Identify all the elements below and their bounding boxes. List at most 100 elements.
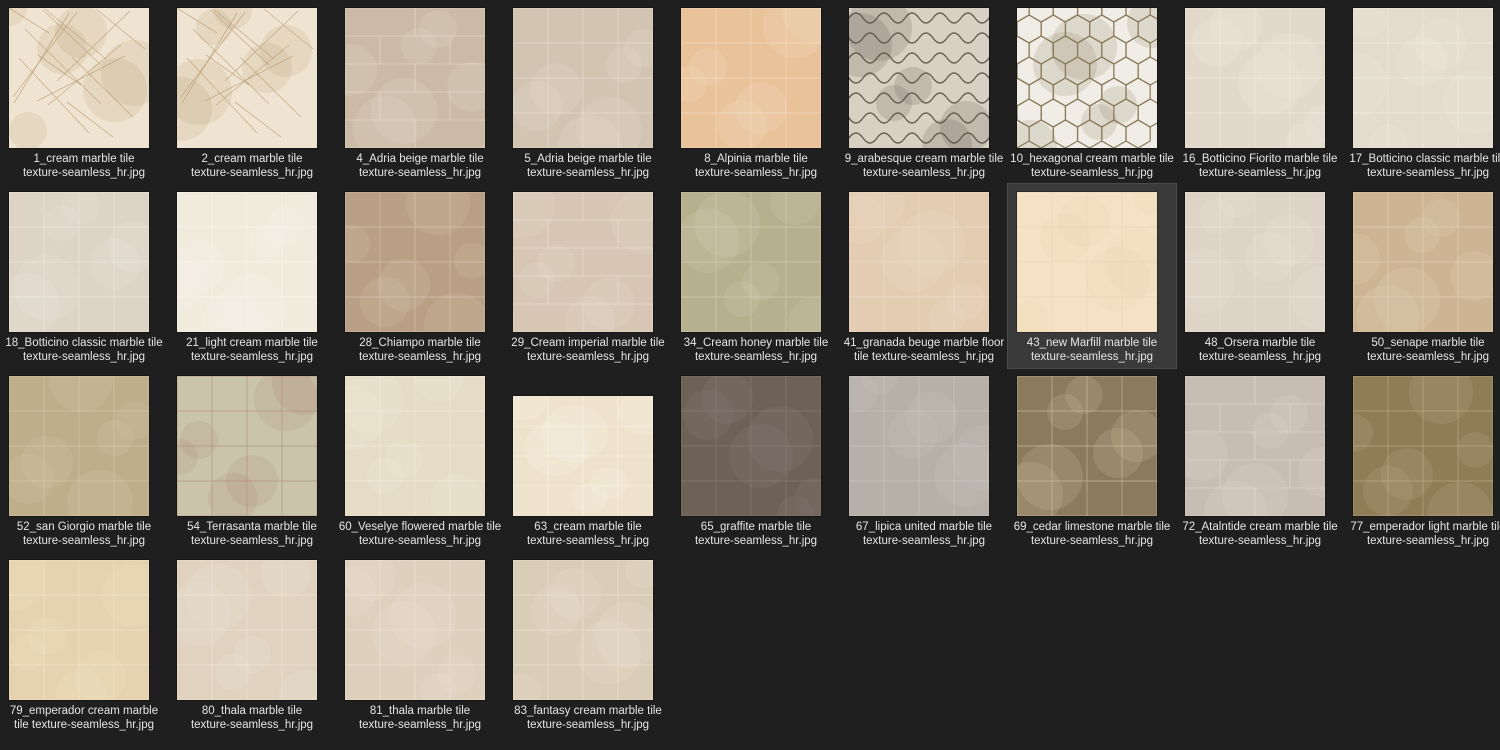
file-thumbnail[interactable] (1353, 192, 1493, 332)
file-item[interactable]: 29_Cream imperial marble tile texture-sea… (504, 184, 672, 368)
file-thumbnail[interactable] (1017, 192, 1157, 332)
file-thumbnail[interactable] (513, 8, 653, 148)
file-item[interactable]: 21_light cream marble tile texture-seamle… (168, 184, 336, 368)
file-thumbnail[interactable] (513, 192, 653, 332)
file-thumbnail[interactable] (345, 8, 485, 148)
file-name-line-2: texture-seamless_hr.jpg (694, 351, 818, 363)
file-thumbnail[interactable] (849, 192, 989, 332)
file-item[interactable]: 17_Botticino classic marble tile texture-… (1344, 0, 1500, 184)
file-name-line-2: texture-seamless_hr.jpg (862, 167, 986, 179)
file-name-line-1: 80_thala marble tile (201, 705, 303, 717)
file-thumbnail[interactable] (513, 560, 653, 700)
file-thumbnail[interactable] (177, 8, 317, 148)
file-item[interactable]: 16_Botticino Fiorito marble tile texture-… (1176, 0, 1344, 184)
file-item[interactable]: 54_Terrasanta marble tile texture-seamles… (168, 368, 336, 552)
file-name-label: 10_hexagonal cream marble tile texture-se… (1008, 152, 1176, 180)
file-item[interactable]: 67_lipica united marble tile texture-seam… (840, 368, 1008, 552)
marble-texture-image (177, 560, 317, 700)
file-name-line-1: 17_Botticino classic marble tile (1349, 153, 1500, 165)
file-item[interactable]: 69_cedar limestone marble tile texture-se… (1008, 368, 1176, 552)
file-item[interactable]: 5_Adria beige marble tile texture-seamles… (504, 0, 672, 184)
file-name-line-1: 43_new Marfill marble tile (1026, 337, 1158, 349)
file-name-label: 52_san Giorgio marble tile texture-seamle… (0, 520, 168, 548)
file-thumbnail[interactable] (345, 376, 485, 516)
file-name-label: 4_Adria beige marble tile texture-seamles… (336, 152, 504, 180)
file-thumbnail[interactable] (1185, 376, 1325, 516)
file-thumbnail[interactable] (681, 192, 821, 332)
file-thumbnail[interactable] (9, 192, 149, 332)
marble-texture-image (9, 192, 149, 332)
file-thumbnail[interactable] (1017, 376, 1157, 516)
file-name-line-1: 34_Cream honey marble tile (683, 337, 829, 349)
marble-texture-image (1185, 376, 1325, 516)
file-name-line-2: texture-seamless_hr.jpg (190, 535, 314, 547)
file-name-label: 80_thala marble tile texture-seamless_hr.… (168, 704, 336, 732)
file-thumbnail[interactable] (9, 376, 149, 516)
file-name-line-2: texture-seamless_hr.jpg (358, 719, 482, 731)
file-item[interactable]: 34_Cream honey marble tile texture-seamle… (672, 184, 840, 368)
marble-texture-image (849, 192, 989, 332)
marble-texture-image (513, 396, 653, 516)
file-thumbnail[interactable] (177, 560, 317, 700)
file-name-label: 16_Botticino Fiorito marble tile texture-… (1176, 152, 1344, 180)
file-item[interactable]: 4_Adria beige marble tile texture-seamles… (336, 0, 504, 184)
file-item[interactable]: 48_Orsera marble tile texture-seamless_hr… (1176, 184, 1344, 368)
file-item[interactable]: 83_fantasy cream marble tile texture-seam… (504, 552, 672, 736)
file-thumbnail[interactable] (345, 192, 485, 332)
file-thumbnail[interactable] (1017, 8, 1157, 148)
file-name-line-2: texture-seamless_hr.jpg (862, 535, 986, 547)
file-name-line-2: texture-seamless_hr.jpg (1366, 167, 1490, 179)
file-name-label: 2_cream marble tile texture-seamless_hr.j… (168, 152, 336, 180)
file-item[interactable]: 52_san Giorgio marble tile texture-seamle… (0, 368, 168, 552)
file-name-line-1: 69_cedar limestone marble tile (1013, 521, 1171, 533)
file-item[interactable]: 72_Atalntide cream marble tile texture-se… (1176, 368, 1344, 552)
file-item[interactable]: 81_thala marble tile texture-seamless_hr.… (336, 552, 504, 736)
file-name-label: 79_emperador cream marble tile texture-se… (0, 704, 168, 732)
file-item[interactable]: 65_graffite marble tile texture-seamless_… (672, 368, 840, 552)
file-thumbnail[interactable] (9, 560, 149, 700)
file-item[interactable]: 43_new Marfill marble tile texture-seamle… (1007, 183, 1177, 369)
file-item[interactable]: 9_arabesque cream marble tile texture-sea… (840, 0, 1008, 184)
marble-texture-image (1017, 376, 1157, 516)
file-thumbnail[interactable] (681, 376, 821, 516)
marble-texture-image (681, 192, 821, 332)
file-item[interactable]: 8_Alpinia marble tile texture-seamless_hr… (672, 0, 840, 184)
file-thumbnail[interactable] (177, 376, 317, 516)
file-name-line-2: tile texture-seamless_hr.jpg (14, 719, 154, 731)
file-thumbnail[interactable] (681, 8, 821, 148)
file-name-label: 60_Veselye flowered marble tile texture-s… (336, 520, 504, 548)
file-item[interactable]: 60_Veselye flowered marble tile texture-s… (336, 368, 504, 552)
file-name-line-1: 81_thala marble tile (369, 705, 471, 717)
marble-texture-image (513, 192, 653, 332)
file-name-line-2: tile texture-seamless_hr.jpg (854, 351, 994, 363)
marble-texture-image (1353, 376, 1493, 516)
file-thumbnail[interactable] (9, 8, 149, 148)
file-item[interactable]: 18_Botticino classic marble tile texture-… (0, 184, 168, 368)
file-item[interactable]: 41_granada beuge marble floor tile textur… (840, 184, 1008, 368)
file-item[interactable]: 79_emperador cream marble tile texture-se… (0, 552, 168, 736)
file-item[interactable]: 1_cream marble tile texture-seamless_hr.j… (0, 0, 168, 184)
file-thumbnail[interactable] (1185, 8, 1325, 148)
file-thumbnail[interactable] (345, 560, 485, 700)
file-item[interactable]: 77_emperador light marble tile texture-se… (1344, 368, 1500, 552)
file-item[interactable]: 10_hexagonal cream marble tile texture-se… (1008, 0, 1176, 184)
file-thumbnail[interactable] (849, 376, 989, 516)
file-thumbnail[interactable] (177, 192, 317, 332)
file-thumbnail[interactable] (1185, 192, 1325, 332)
file-name-line-1: 9_arabesque cream marble tile (844, 153, 1004, 165)
file-thumbnail[interactable] (513, 396, 653, 516)
file-thumbnail[interactable] (1353, 8, 1493, 148)
file-item[interactable]: 2_cream marble tile texture-seamless_hr.j… (168, 0, 336, 184)
file-name-line-2: texture-seamless_hr.jpg (190, 167, 314, 179)
marble-texture-image (513, 8, 653, 148)
file-item[interactable]: 80_thala marble tile texture-seamless_hr.… (168, 552, 336, 736)
file-item[interactable]: 28_Chiampo marble tile texture-seamless_h… (336, 184, 504, 368)
file-item[interactable]: 50_senape marble tile texture-seamless_hr… (1344, 184, 1500, 368)
file-name-label: 17_Botticino classic marble tile texture-… (1344, 152, 1500, 180)
file-name-label: 5_Adria beige marble tile texture-seamles… (504, 152, 672, 180)
file-thumbnail[interactable] (849, 8, 989, 148)
file-name-line-2: texture-seamless_hr.jpg (526, 351, 650, 363)
file-thumbnail[interactable] (1353, 376, 1493, 516)
file-name-line-1: 63_cream marble tile (534, 521, 642, 533)
file-item[interactable]: 63_cream marble tile texture-seamless_hr.… (504, 368, 672, 552)
